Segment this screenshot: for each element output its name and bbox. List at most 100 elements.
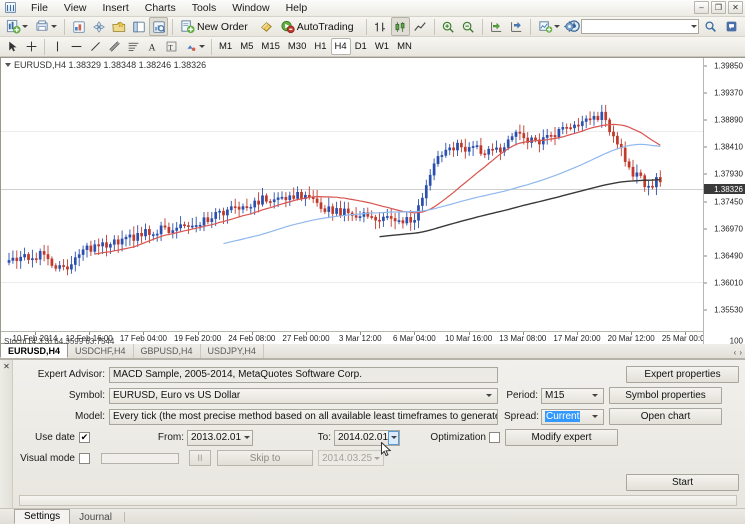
equidistant-channel-icon[interactable] bbox=[105, 37, 124, 56]
text-tool-icon[interactable]: A bbox=[143, 37, 162, 56]
chart-tab-eurusd[interactable]: EURUSD,H4 bbox=[0, 343, 69, 358]
visual-mode-checkbox[interactable] bbox=[79, 452, 90, 464]
menu-item-help[interactable]: Help bbox=[278, 0, 316, 16]
current-price-tag: 1.38326 bbox=[704, 184, 745, 194]
timeframe-m15[interactable]: M15 bbox=[257, 38, 283, 55]
from-date-dropdown-icon[interactable] bbox=[241, 431, 252, 445]
symbol-dropdown[interactable]: EURUSD, Euro vs US Dollar bbox=[109, 387, 498, 404]
skip-to-button[interactable]: Skip to bbox=[217, 450, 313, 466]
time-tick bbox=[414, 332, 416, 335]
menu-item-view[interactable]: View bbox=[56, 0, 95, 16]
menu-item-file[interactable]: File bbox=[23, 0, 56, 16]
chart-tab-scroll-left-icon[interactable]: ‹ bbox=[734, 348, 737, 357]
profiles-dropdown-icon[interactable] bbox=[51, 25, 57, 28]
arrows-tool-button[interactable] bbox=[181, 37, 208, 56]
modify-expert-button[interactable]: Modify expert bbox=[505, 429, 618, 446]
tester-close-icon[interactable]: ✕ bbox=[2, 362, 11, 371]
zoom-out-button[interactable] bbox=[459, 17, 478, 36]
period-dropdown-icon[interactable] bbox=[589, 389, 600, 403]
market-watch-button[interactable] bbox=[69, 17, 88, 36]
model-dropdown[interactable]: Every tick (the most precise method base… bbox=[109, 408, 498, 425]
search-input[interactable] bbox=[581, 19, 699, 34]
autotrading-button[interactable]: AutoTrading bbox=[277, 17, 362, 36]
zoom-in-button[interactable] bbox=[439, 17, 458, 36]
data-window-button[interactable] bbox=[89, 17, 108, 36]
spread-dropdown[interactable]: Current bbox=[541, 408, 604, 425]
expert-properties-button[interactable]: Expert properties bbox=[626, 366, 739, 383]
settings-gear-icon[interactable] bbox=[560, 17, 579, 36]
line-chart-button[interactable] bbox=[411, 17, 430, 36]
timeframe-m1[interactable]: M1 bbox=[215, 38, 236, 55]
period-dropdown[interactable]: M15 bbox=[541, 387, 604, 404]
timeframe-m5[interactable]: M5 bbox=[236, 38, 257, 55]
tester-sidebar: ✕ Tester bbox=[0, 360, 13, 508]
crosshair-icon[interactable] bbox=[22, 37, 41, 56]
indicators-button[interactable] bbox=[535, 17, 563, 36]
metaeditor-button[interactable] bbox=[257, 17, 276, 36]
chart-collapse-icon[interactable] bbox=[5, 63, 11, 67]
minimize-button[interactable]: – bbox=[694, 1, 709, 14]
candlestick-chart-button[interactable] bbox=[390, 17, 410, 36]
timeframe-h1[interactable]: H1 bbox=[310, 38, 330, 55]
start-button[interactable]: Start bbox=[626, 474, 739, 491]
navigator-button[interactable] bbox=[109, 17, 128, 36]
tab-journal[interactable]: Journal bbox=[70, 510, 121, 524]
mql5-community-icon[interactable] bbox=[722, 17, 741, 36]
use-date-checkbox[interactable]: ✔ bbox=[79, 432, 90, 443]
open-chart-button[interactable]: Open chart bbox=[609, 408, 722, 425]
timeframe-w1[interactable]: W1 bbox=[371, 38, 393, 55]
time-tick bbox=[468, 332, 470, 335]
search-magnifier-icon[interactable] bbox=[701, 17, 720, 36]
close-button[interactable]: ✕ bbox=[728, 1, 743, 14]
indicators-dropdown-icon[interactable] bbox=[553, 25, 560, 28]
fibonacci-retracement-icon[interactable] bbox=[124, 37, 143, 56]
optimization-checkbox[interactable] bbox=[489, 432, 500, 443]
menu-item-tools[interactable]: Tools bbox=[184, 0, 225, 16]
timeframe-h4[interactable]: H4 bbox=[330, 38, 351, 55]
timeframe-d1[interactable]: D1 bbox=[351, 38, 371, 55]
chart-canvas[interactable]: EURUSD,H4 1.38329 1.38348 1.38246 1.3832… bbox=[1, 58, 745, 344]
chart-tab-scroll-right-icon[interactable]: › bbox=[739, 348, 742, 357]
expert-advisor-field[interactable]: MACD Sample, 2005-2014, MetaQuotes Softw… bbox=[109, 366, 498, 383]
new-chart-dropdown-icon[interactable] bbox=[22, 25, 28, 28]
strategy-tester-button[interactable] bbox=[149, 17, 168, 36]
skip-to-date-dropdown-icon[interactable] bbox=[374, 456, 380, 460]
new-chart-button[interactable] bbox=[3, 17, 31, 36]
price-tick bbox=[704, 255, 707, 257]
skip-to-date-field[interactable]: 2014.03.25 bbox=[318, 450, 384, 466]
chart-tab-gbpusd[interactable]: GBPUSD,H4 bbox=[134, 344, 201, 358]
cursor-arrow-icon[interactable] bbox=[3, 37, 22, 56]
menu-item-charts[interactable]: Charts bbox=[137, 0, 184, 16]
arrows-dropdown-icon[interactable] bbox=[199, 45, 205, 48]
chart-tab-scroll-controls: ‹ › bbox=[734, 348, 742, 357]
horizontal-line-icon[interactable] bbox=[67, 37, 86, 56]
spread-dropdown-icon[interactable] bbox=[589, 410, 600, 424]
terminal-button[interactable] bbox=[129, 17, 148, 36]
symbol-properties-button[interactable]: Symbol properties bbox=[609, 387, 722, 404]
maximize-button[interactable]: ❐ bbox=[711, 1, 726, 14]
menu-item-window[interactable]: Window bbox=[224, 0, 277, 16]
bar-chart-icon-button[interactable] bbox=[371, 17, 390, 36]
profiles-button[interactable] bbox=[32, 17, 60, 36]
timeframe-mn[interactable]: MN bbox=[393, 38, 416, 55]
pause-button[interactable]: II bbox=[189, 450, 211, 466]
search-input-field[interactable] bbox=[582, 20, 690, 33]
chart-area[interactable]: EURUSD,H4 1.38329 1.38348 1.38246 1.3832… bbox=[0, 57, 745, 344]
from-date-dropdown[interactable]: 2013.02.01 bbox=[187, 429, 253, 446]
menu-item-insert[interactable]: Insert bbox=[95, 0, 137, 16]
chart-shift-button[interactable] bbox=[487, 17, 506, 36]
tab-settings[interactable]: Settings bbox=[14, 509, 71, 524]
tester-horizontal-scrollbar[interactable] bbox=[19, 495, 737, 506]
chart-tab-usdchf[interactable]: USDCHF,H4 bbox=[68, 344, 134, 358]
symbol-dropdown-icon[interactable] bbox=[483, 389, 494, 403]
chart-tab-usdjpy[interactable]: USDJPY,H4 bbox=[201, 344, 264, 358]
auto-scroll-button[interactable] bbox=[507, 17, 526, 36]
timeframe-m30[interactable]: M30 bbox=[284, 38, 310, 55]
text-label-icon[interactable]: T bbox=[162, 37, 181, 56]
vertical-line-icon[interactable] bbox=[48, 37, 67, 56]
new-order-button[interactable]: New Order bbox=[177, 17, 256, 36]
trendline-icon[interactable] bbox=[86, 37, 105, 56]
price-axis[interactable]: 1.39850 1.39370 1.38890 1.38410 1.37930 1.374… bbox=[703, 58, 745, 344]
visual-mode-speed-slider[interactable] bbox=[101, 452, 179, 464]
search-dropdown-icon[interactable] bbox=[690, 20, 698, 33]
